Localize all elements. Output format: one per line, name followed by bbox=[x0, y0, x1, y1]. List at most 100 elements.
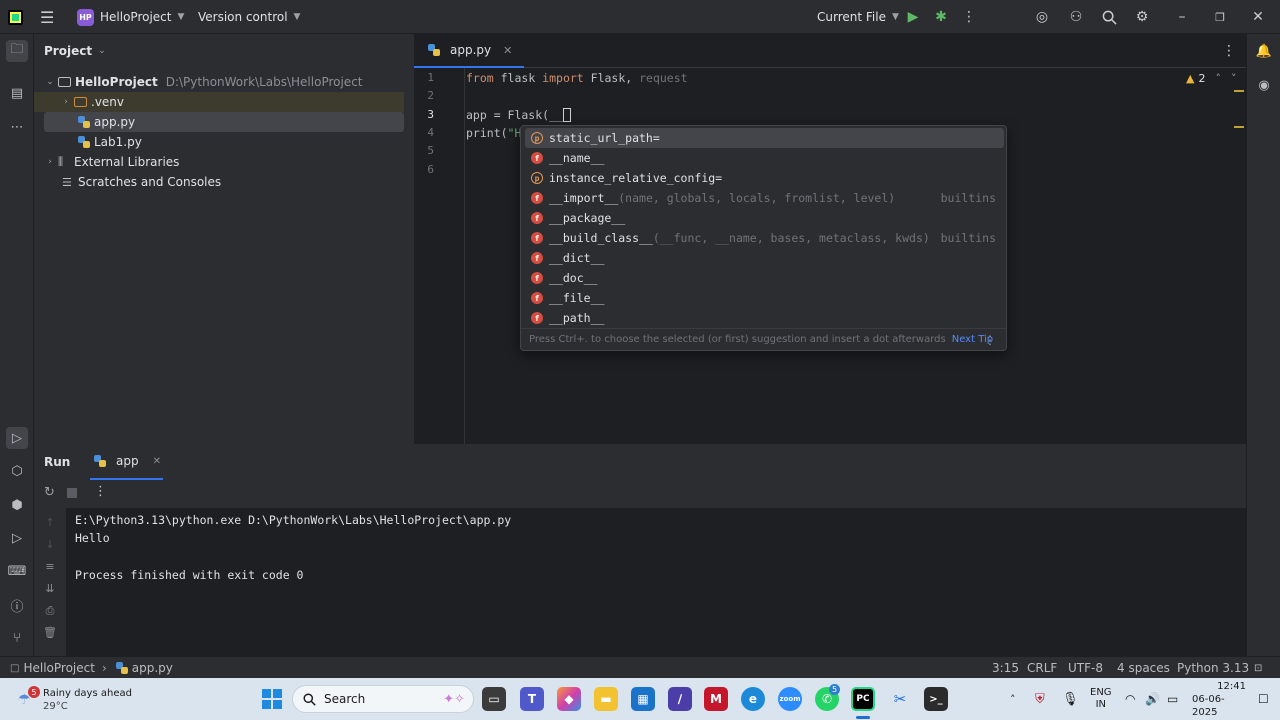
services-icon[interactable]: ▷ bbox=[6, 527, 28, 549]
snipping-tool-icon[interactable]: ✂ bbox=[888, 687, 912, 711]
taskbar-search[interactable]: Search ✦✧ bbox=[292, 685, 474, 713]
run-tab-app[interactable]: app ✕ bbox=[90, 444, 163, 480]
weather-widget[interactable]: Rainy days ahead 29°C bbox=[43, 687, 132, 713]
completion-item[interactable]: f __file__ bbox=[525, 288, 1004, 308]
problems-icon[interactable]: ⓘ bbox=[6, 594, 28, 616]
scroll-to-end-icon[interactable]: ⇊ bbox=[42, 582, 58, 595]
minimize-icon[interactable]: – bbox=[1171, 6, 1193, 28]
indent-setting[interactable]: 4 spaces bbox=[1117, 657, 1170, 679]
pycharm-icon[interactable]: PC bbox=[851, 687, 875, 711]
code-line-1[interactable]: from flask import Flask, request bbox=[466, 71, 688, 85]
tab-options-icon[interactable]: ⋮ bbox=[1222, 43, 1236, 59]
main-menu-icon[interactable]: ☰ bbox=[40, 0, 54, 34]
windows-start-icon[interactable] bbox=[262, 689, 282, 709]
project-panel-header[interactable]: Project ⌄ bbox=[44, 34, 106, 68]
structure-tool-icon[interactable]: ▤ bbox=[6, 82, 28, 104]
wifi-icon[interactable]: ◠ bbox=[1125, 678, 1135, 720]
more-options-icon[interactable]: ⋮ bbox=[984, 333, 996, 347]
add-user-icon[interactable]: ⚇ bbox=[1065, 6, 1087, 28]
tree-item-lab1-py[interactable]: Lab1.py bbox=[34, 132, 404, 152]
arrow-up-icon[interactable]: ↑ bbox=[42, 516, 58, 529]
terminal-app-icon[interactable]: >_ bbox=[924, 687, 948, 711]
edge-browser-icon[interactable]: e bbox=[741, 687, 765, 711]
debug-icon[interactable]: ✱ bbox=[930, 6, 952, 28]
completion-item[interactable]: f __doc__ bbox=[525, 268, 1004, 288]
search-icon[interactable] bbox=[1098, 6, 1120, 28]
tree-item-scratches[interactable]: ☰ Scratches and Consoles bbox=[34, 172, 404, 192]
run-tool-icon[interactable]: ▷ bbox=[6, 427, 28, 449]
version-control-menu[interactable]: Version control ▼ bbox=[198, 0, 300, 34]
close-tab-icon[interactable]: ✕ bbox=[503, 44, 512, 57]
visual-studio-icon[interactable]: ∕ bbox=[668, 687, 692, 711]
tree-item-root[interactable]: ⌄ HelloProject D:\PythonWork\Labs\HelloP… bbox=[34, 72, 404, 92]
microsoft-store-icon[interactable]: ▦ bbox=[631, 687, 655, 711]
run-config-selector[interactable]: Current File ▼ bbox=[817, 0, 899, 34]
more-actions-icon[interactable]: ⋮ bbox=[94, 484, 107, 499]
completion-item[interactable]: p static_url_path= bbox=[525, 128, 1004, 148]
chevron-up-icon[interactable]: ˄ bbox=[1215, 72, 1221, 85]
interpreter[interactable]: Python 3.13 bbox=[1177, 657, 1249, 679]
completion-item[interactable]: p instance_relative_config= bbox=[525, 168, 1004, 188]
code-line-4[interactable]: print("H bbox=[466, 126, 521, 140]
project-switcher[interactable]: HP HelloProject ▼ bbox=[77, 0, 184, 34]
completion-item[interactable]: f __import__ (name, globals, locals, froml… bbox=[525, 188, 1004, 208]
arrow-down-icon[interactable]: ↓ bbox=[42, 538, 58, 551]
tree-item-external-libraries[interactable]: › ⫼ External Libraries bbox=[34, 152, 404, 172]
python-console-icon[interactable]: ⬢ bbox=[6, 494, 28, 516]
clock[interactable]: 12:41 06-06-2025 bbox=[1192, 678, 1246, 720]
code-line-3[interactable]: app = Flask(__ bbox=[466, 108, 571, 122]
restore-icon[interactable]: ❐ bbox=[1209, 6, 1231, 28]
completion-item[interactable]: f __build_class__ (__func, __name, bases, … bbox=[525, 228, 1004, 248]
app-logo-icon[interactable] bbox=[8, 0, 23, 34]
settings-gear-icon[interactable]: ⚙ bbox=[1131, 6, 1153, 28]
weather-widget-icon[interactable]: ☂ 5 bbox=[14, 684, 40, 714]
editor-tab-app-py[interactable]: app.py ✕ bbox=[414, 34, 525, 68]
rerun-icon[interactable]: ↻ bbox=[44, 485, 55, 500]
task-view-icon[interactable]: ▭ bbox=[482, 687, 506, 711]
breadcrumb-file[interactable]: app.py bbox=[132, 661, 173, 675]
close-tab-icon[interactable]: ✕ bbox=[153, 456, 161, 467]
ai-assistant-icon[interactable]: ◎ bbox=[1031, 6, 1053, 28]
run-icon[interactable]: ▶ bbox=[902, 6, 924, 28]
print-icon[interactable]: ⎙ bbox=[42, 604, 58, 618]
zoom-icon[interactable]: zoom bbox=[778, 687, 802, 711]
volume-icon[interactable]: 🔊 bbox=[1145, 678, 1160, 720]
project-tool-icon[interactable]: 🗀 bbox=[6, 40, 28, 62]
security-tray-icon[interactable]: ⛨ bbox=[1035, 678, 1045, 720]
inspection-widget[interactable]: ▲ 2 ˄ ˅ bbox=[1186, 72, 1236, 85]
line-ending[interactable]: CRLF bbox=[1027, 657, 1057, 679]
trash-icon[interactable]: 🗑 bbox=[42, 626, 58, 639]
battery-icon[interactable]: ▭ bbox=[1167, 678, 1178, 720]
breadcrumb-project[interactable]: HelloProject bbox=[23, 661, 94, 675]
microphone-icon[interactable]: 🎙 bbox=[1062, 678, 1079, 720]
close-icon[interactable]: ✕ bbox=[1247, 6, 1269, 28]
copilot-icon[interactable]: ◆ bbox=[557, 687, 581, 711]
file-encoding[interactable]: UTF-8 bbox=[1068, 657, 1103, 679]
more-tools-icon[interactable]: ⋯ bbox=[6, 116, 28, 138]
terminal-icon[interactable]: ⌨ bbox=[6, 560, 28, 582]
file-explorer-icon[interactable]: ▬ bbox=[594, 687, 618, 711]
completion-item[interactable]: f __package__ bbox=[525, 208, 1004, 228]
notifications-icon[interactable]: 🔔 bbox=[1253, 40, 1275, 62]
more-actions-icon[interactable]: ⋮ bbox=[958, 6, 980, 28]
mcafee-icon[interactable]: M bbox=[704, 687, 728, 711]
completion-item[interactable]: f __dict__ bbox=[525, 248, 1004, 268]
run-console[interactable]: E:\Python3.13\python.exe D:\PythonWork\L… bbox=[66, 508, 1246, 656]
completion-item[interactable]: f __name__ bbox=[525, 148, 1004, 168]
language-indicator[interactable]: ENG IN bbox=[1090, 678, 1112, 720]
warning-stripe[interactable] bbox=[1234, 126, 1244, 128]
stop-icon[interactable] bbox=[67, 488, 77, 498]
caret-position[interactable]: 3:15 bbox=[992, 657, 1019, 679]
completion-item[interactable]: f __path__ bbox=[525, 308, 1004, 328]
lock-icon[interactable]: ⊡ bbox=[1254, 657, 1262, 679]
tree-item-app-py[interactable]: app.py bbox=[44, 112, 404, 132]
tree-item-venv[interactable]: › .venv bbox=[34, 92, 404, 112]
ai-chat-icon[interactable]: ◉ bbox=[1253, 74, 1275, 96]
git-icon[interactable]: ⑂ bbox=[6, 627, 28, 649]
notification-center-icon[interactable]: ☐ bbox=[1258, 678, 1269, 720]
soft-wrap-icon[interactable]: ≡ bbox=[42, 560, 58, 573]
teams-icon[interactable]: T bbox=[520, 687, 544, 711]
python-packages-icon[interactable]: ⬡ bbox=[6, 460, 28, 482]
chevron-down-icon[interactable]: ˅ bbox=[1231, 72, 1237, 85]
warning-stripe[interactable] bbox=[1234, 90, 1244, 92]
